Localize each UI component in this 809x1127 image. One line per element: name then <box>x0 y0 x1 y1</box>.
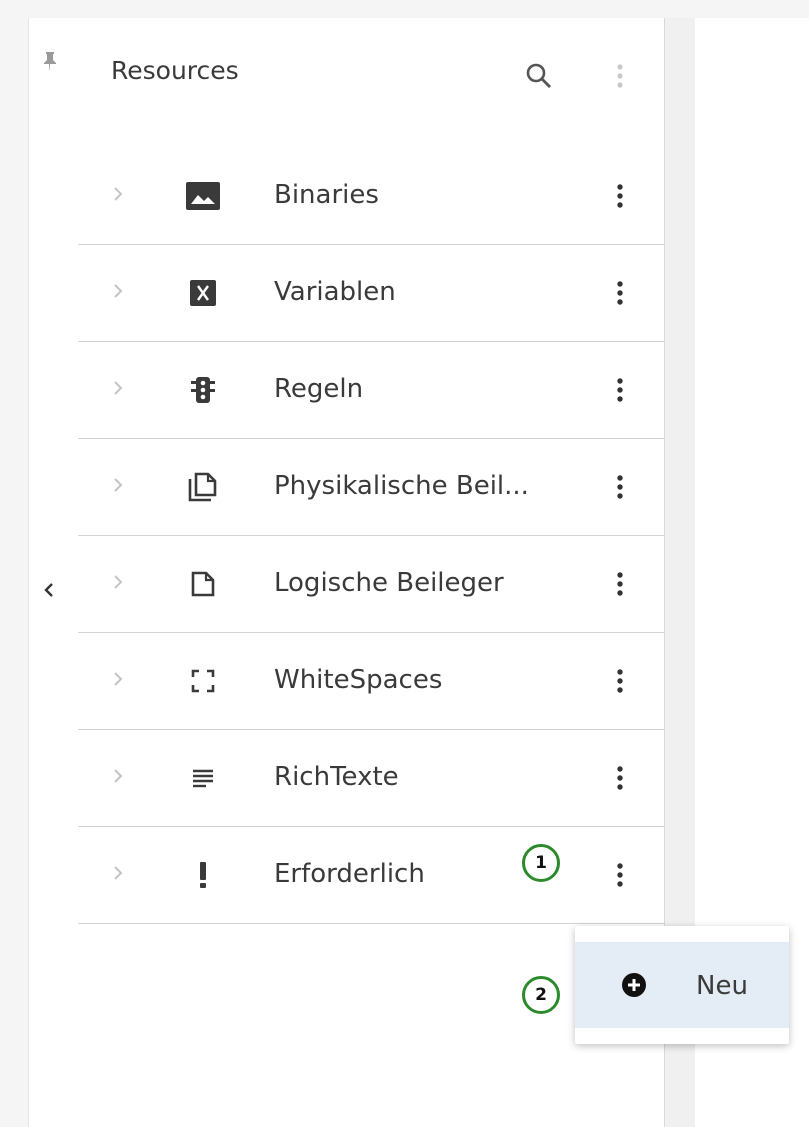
step-marker-2: 2 <box>522 976 560 1014</box>
list-item-physikalische-beileger[interactable]: Physikalische Beil... <box>78 439 664 536</box>
list-item-variablen[interactable]: Variablen <box>78 245 664 342</box>
chevron-right-icon[interactable] <box>108 861 128 885</box>
item-label: Physikalische Beil... <box>274 471 529 501</box>
chevron-right-icon[interactable] <box>108 182 128 206</box>
menu-item-label: Neu <box>696 971 748 1001</box>
more-vert-icon[interactable] <box>608 663 632 699</box>
chevron-right-icon[interactable] <box>108 570 128 594</box>
context-menu: Neu <box>575 926 789 1044</box>
item-label: Erforderlich <box>274 859 425 889</box>
item-label: WhiteSpaces <box>274 665 443 695</box>
image-icon <box>184 178 222 214</box>
more-vert-icon[interactable] <box>608 58 632 94</box>
more-vert-icon[interactable] <box>608 857 632 893</box>
step-marker-label: 2 <box>535 985 547 1005</box>
text-lines-icon <box>184 760 222 796</box>
step-marker-label: 1 <box>535 853 547 873</box>
chevron-right-icon[interactable] <box>108 376 128 400</box>
step-marker-1: 1 <box>522 844 560 882</box>
chevron-right-icon[interactable] <box>108 764 128 788</box>
chevron-right-icon[interactable] <box>108 667 128 691</box>
left-rail <box>28 18 79 1127</box>
list-item-binaries[interactable]: Binaries <box>78 148 664 245</box>
item-label: Regeln <box>274 374 364 404</box>
list-item-erforderlich[interactable]: Erforderlich <box>78 827 664 924</box>
panel-header: Resources <box>78 18 664 128</box>
item-label: Variablen <box>274 277 396 307</box>
crop-free-icon <box>184 663 222 699</box>
item-label: Logische Beileger <box>274 568 504 598</box>
list-item-richtexte[interactable]: RichTexte <box>78 730 664 827</box>
panel-title: Resources <box>111 56 239 85</box>
add-circle-icon <box>621 972 647 998</box>
list-item-logische-beileger[interactable]: Logische Beileger <box>78 536 664 633</box>
resource-list: Binaries Variablen Regeln Physikalische … <box>78 148 664 924</box>
document-icon <box>184 566 222 602</box>
more-vert-icon[interactable] <box>608 469 632 505</box>
more-vert-icon[interactable] <box>608 760 632 796</box>
item-label: RichTexte <box>274 762 399 792</box>
more-vert-icon[interactable] <box>608 372 632 408</box>
exclamation-icon <box>184 857 222 893</box>
menu-item-new[interactable]: Neu <box>575 942 789 1028</box>
search-icon[interactable] <box>521 58 557 94</box>
chevron-left-icon[interactable] <box>38 578 60 602</box>
item-label: Binaries <box>274 180 379 210</box>
list-item-whitespaces[interactable]: WhiteSpaces <box>78 633 664 730</box>
copy-document-icon <box>184 469 222 505</box>
chevron-right-icon[interactable] <box>108 473 128 497</box>
more-vert-icon[interactable] <box>608 275 632 311</box>
more-vert-icon[interactable] <box>608 566 632 602</box>
list-item-regeln[interactable]: Regeln <box>78 342 664 439</box>
chevron-right-icon[interactable] <box>108 279 128 303</box>
traffic-light-icon <box>184 372 222 408</box>
more-vert-icon[interactable] <box>608 178 632 214</box>
pin-icon[interactable] <box>39 50 61 72</box>
variable-icon <box>184 275 222 311</box>
